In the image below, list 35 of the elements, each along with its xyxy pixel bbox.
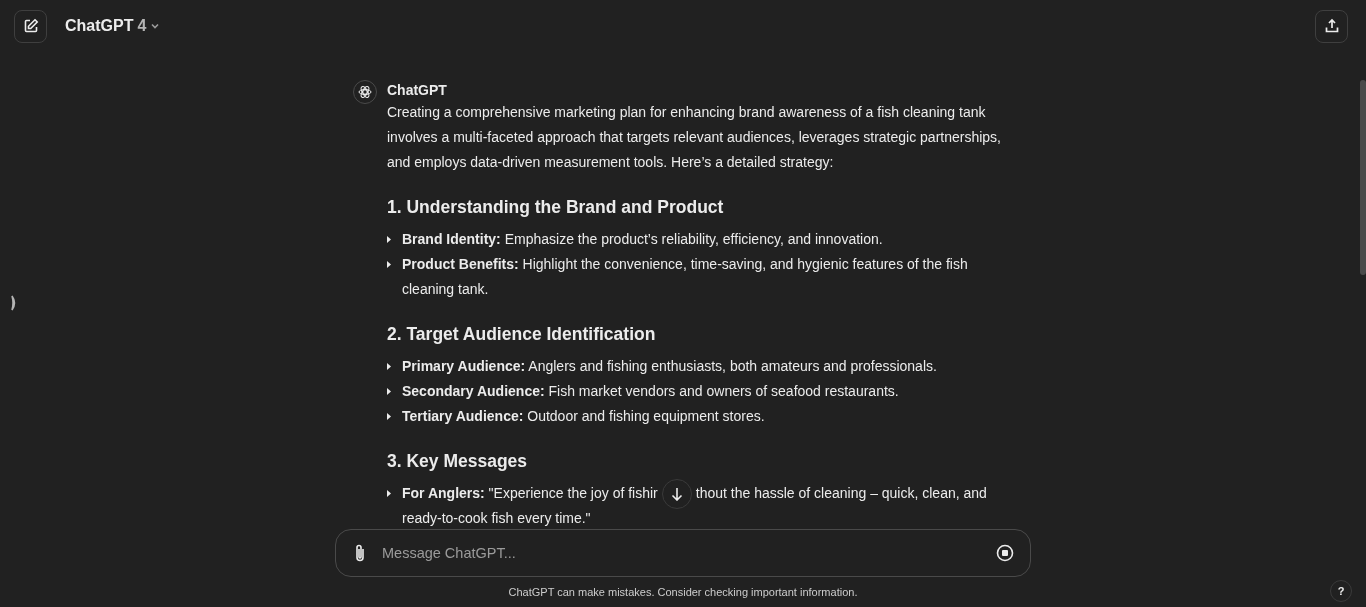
scroll-down-button[interactable] [661,478,692,509]
share-icon [1323,18,1340,34]
stop-icon[interactable] [996,544,1014,562]
section-heading: 3. Key Messages [387,450,529,473]
edit-icon [22,18,39,34]
message-paragraph: Creating a comprehensive marketing plan for enhancing brand awareness of a fish cleaning tank involves a multi-faceted approach that targets relevant audiences, leverages strategic partnerships, and employs data-driven measurement tools. Here’s a detailed strategy: [387,103,1002,172]
message-input[interactable]: Message ChatGPT... [380,544,982,562]
chevron-down-icon [150,21,161,31]
paperclip-icon[interactable] [354,543,366,563]
disclaimer-text: ChatGPT can make mistakes. Consider checking important information. [508,586,858,598]
arrow-down-icon [670,486,683,501]
bullet-icon [387,490,391,497]
list-item-text: ready-to-cook fish every time." [402,510,591,526]
author-name: ChatGPT [387,81,448,100]
new-chat-button[interactable] [14,9,47,43]
list-item-text: Brand Identity: Emphasize the product’s reliability, efficiency, and innovation. [402,231,883,247]
sidebar-toggle-icon[interactable] [11,295,17,311]
help-button[interactable]: ? [1330,580,1352,602]
message-composer[interactable]: Message ChatGPT... [335,529,1031,577]
section-heading: 1. Understanding the Brand and Product [387,196,725,219]
bullet-icon [387,261,391,268]
list-item-text: Product Benefits: Highlight the convenience, time-saving, and hygienic features of the fish cleaning tank. [402,256,968,297]
model-selector[interactable]: ChatGPT 4 [65,17,161,35]
list-item-text: thout the hassle of cleaning – quick, clean, and [695,484,987,503]
scrollbar[interactable] [1360,80,1366,275]
share-button[interactable] [1315,9,1348,43]
section-heading: 2. Target Audience Identification [387,323,657,346]
list-item-text: Tertiary Audience: Outdoor and fishing equipment stores. [402,408,765,424]
list-item-text: Primary Audience: Anglers and fishing enthusiasts, both amateurs and professionals. [402,358,937,374]
bullet-icon [387,388,391,395]
bullet-icon [387,236,391,243]
bullet-icon [387,363,391,370]
list-item-text: Secondary Audience: Fish market vendors and owners of seafood restaurants. [402,383,899,399]
bullet-icon [387,413,391,420]
list-item-text: For Anglers: "Experience the joy of fishir [402,484,658,503]
